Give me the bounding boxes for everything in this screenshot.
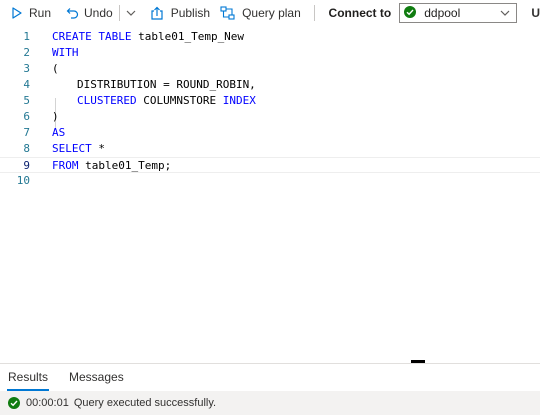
success-check-icon xyxy=(8,397,20,409)
sql-token: COLUMNSTORE xyxy=(143,94,223,107)
code-line[interactable]: 7 AS xyxy=(0,125,540,141)
line-number: 2 xyxy=(23,46,30,59)
sql-token: table01_Temp; xyxy=(85,159,172,172)
code-text: ( xyxy=(52,61,59,77)
code-line[interactable]: 5 CLUSTERED COLUMNSTORE INDEX xyxy=(0,93,540,109)
publish-button[interactable]: Publish xyxy=(150,1,210,25)
sql-keyword: INDEX xyxy=(222,94,256,107)
sql-keyword: AS xyxy=(52,126,66,139)
query-plan-button[interactable]: Query plan xyxy=(220,1,301,25)
play-icon xyxy=(12,7,22,19)
sql-token: ( xyxy=(52,62,59,75)
code-line[interactable]: 8 SELECT * xyxy=(0,141,540,157)
code-text: FROM table01_Temp; xyxy=(52,158,171,174)
sql-keyword: WITH xyxy=(52,46,79,59)
code-line[interactable]: 10 xyxy=(0,173,540,189)
status-bar: 00:00:01 Query executed successfully. xyxy=(0,391,540,415)
query-plan-label: Query plan xyxy=(242,6,301,20)
connection-select[interactable]: ddpool xyxy=(399,3,518,23)
code-text: CLUSTERED COLUMNSTORE INDEX xyxy=(77,93,256,109)
toolbar-divider xyxy=(313,5,315,21)
connect-to-label: Connect to xyxy=(328,6,392,20)
sql-keyword: SELECT xyxy=(52,142,99,155)
run-label: Run xyxy=(29,6,52,20)
overflow-toolbar-label[interactable]: U xyxy=(531,6,540,20)
code-text: SELECT * xyxy=(52,141,105,157)
line-number: 9 xyxy=(23,159,30,172)
code-line[interactable]: 2 WITH xyxy=(0,45,540,61)
code-line[interactable]: 9 FROM table01_Temp; xyxy=(0,157,540,173)
undo-icon xyxy=(65,7,79,19)
line-number: 10 xyxy=(16,174,30,187)
status-message: Query executed successfully. xyxy=(73,397,217,409)
status-time: 00:00:01 xyxy=(26,397,69,409)
line-number: 8 xyxy=(23,142,30,155)
sql-keyword: FROM xyxy=(52,159,86,172)
code-text: CREATE TABLE table01_Temp_New xyxy=(52,29,244,45)
connection-value: ddpool xyxy=(424,6,461,20)
chevron-down-icon xyxy=(126,9,136,17)
sql-token: * xyxy=(98,142,105,155)
line-number: 3 xyxy=(23,62,30,75)
code-line[interactable]: 3( xyxy=(0,61,540,77)
undo-dropdown-button[interactable] xyxy=(118,1,136,25)
check-circle-icon xyxy=(404,5,417,21)
sql-token: ) xyxy=(52,110,59,123)
code-text: ) xyxy=(52,109,59,125)
code-text: AS xyxy=(52,125,65,141)
code-text: DISTRIBUTION = ROUND_ROBIN, xyxy=(77,77,256,93)
sql-token: table01_Temp_New xyxy=(138,30,245,43)
toolbar: Run Undo Publish Query plan Connect to d… xyxy=(0,0,540,26)
run-button[interactable]: Run xyxy=(12,1,51,25)
publish-label: Publish xyxy=(170,6,211,20)
line-number: 7 xyxy=(23,126,30,139)
code-line[interactable]: 6) xyxy=(0,109,540,125)
toolbar-divider xyxy=(118,5,120,21)
code-text: WITH xyxy=(52,45,79,61)
undo-button[interactable]: Undo xyxy=(65,1,113,25)
line-number: 4 xyxy=(23,78,30,91)
sql-editor[interactable]: 1 CREATE TABLE table01_Temp_New 2 WITH 3(4 DI… xyxy=(0,26,540,360)
undo-label: Undo xyxy=(84,6,113,20)
chevron-down-icon xyxy=(500,6,510,20)
tab-messages[interactable]: Messages xyxy=(69,364,124,391)
code-line[interactable]: 1 CREATE TABLE table01_Temp_New xyxy=(0,29,540,45)
sql-keyword: CLUSTERED xyxy=(77,94,144,107)
line-number: 5 xyxy=(23,94,30,107)
line-number: 6 xyxy=(23,110,30,123)
publish-icon xyxy=(150,6,164,20)
sql-token: DISTRIBUTION = ROUND_ROBIN, xyxy=(77,78,256,91)
code-line[interactable]: 4 DISTRIBUTION = ROUND_ROBIN, xyxy=(0,77,540,93)
query-plan-icon xyxy=(220,6,236,20)
results-tabs: Results Messages xyxy=(0,363,540,392)
sql-keyword: CREATE TABLE xyxy=(52,30,139,43)
line-number: 1 xyxy=(23,30,30,43)
tab-results[interactable]: Results xyxy=(7,364,50,391)
